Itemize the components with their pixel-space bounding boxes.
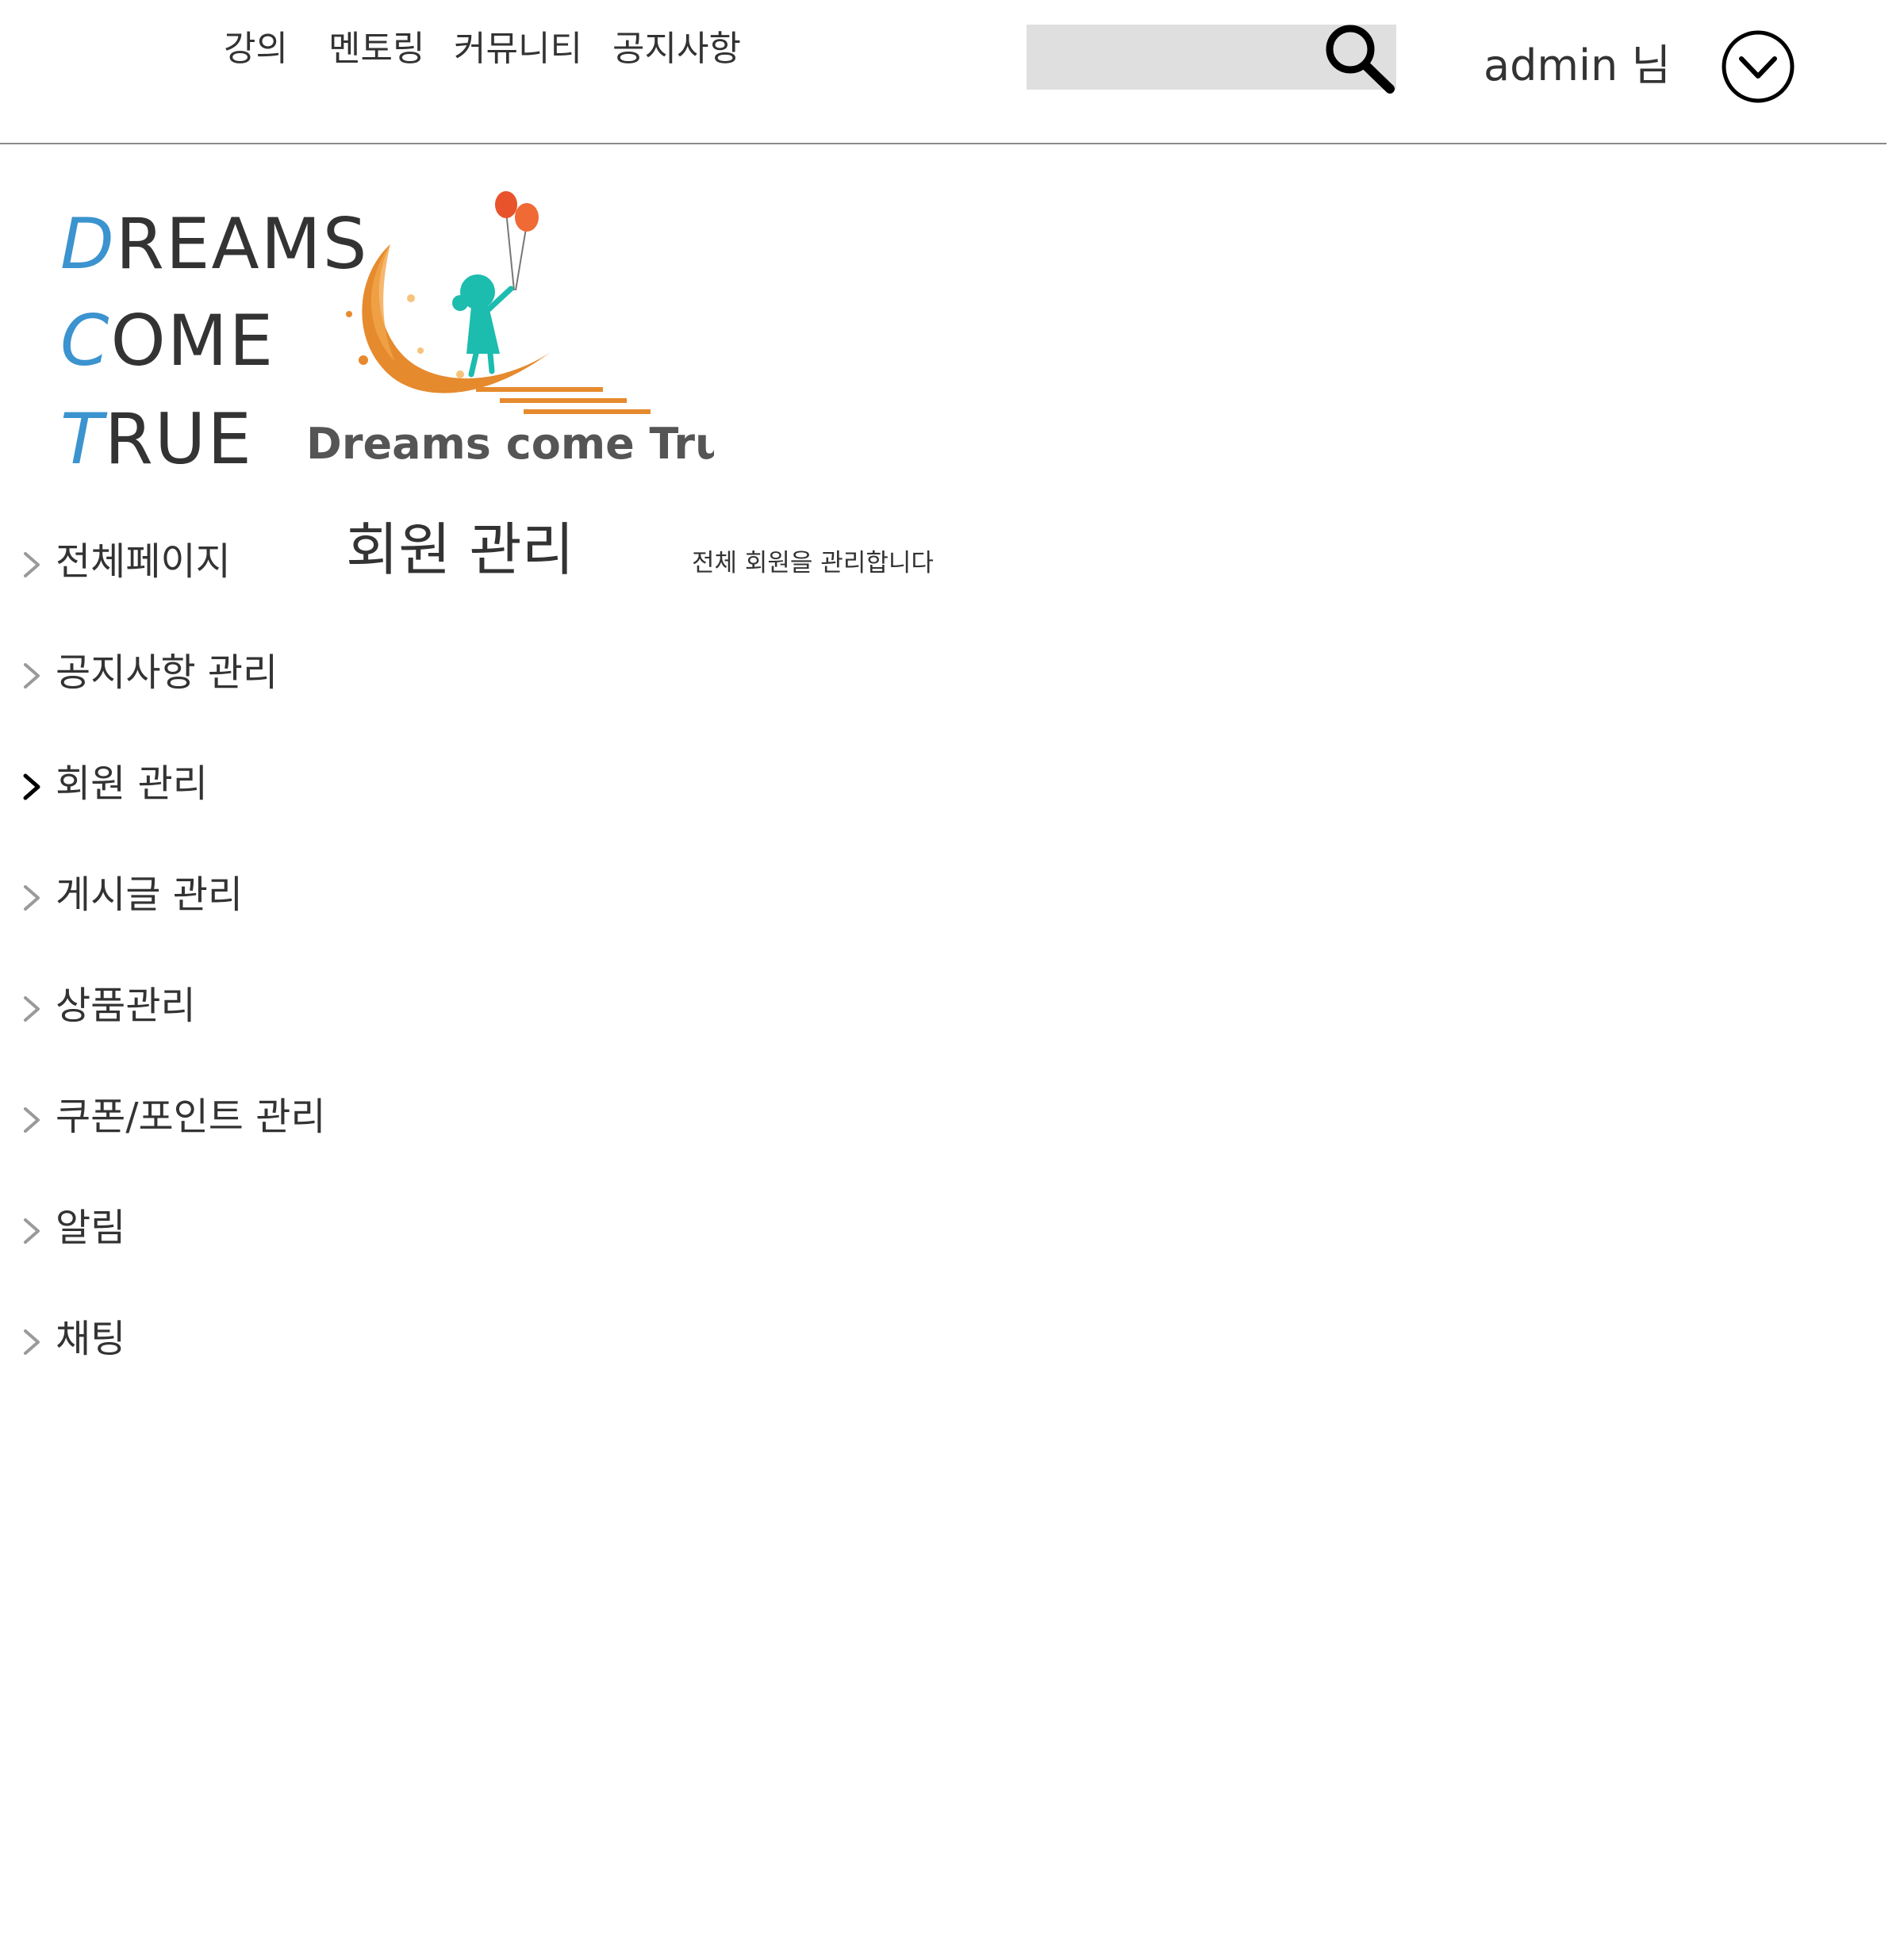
nav-link-lectures[interactable]: 강의 — [224, 25, 288, 73]
chevron-right-icon — [23, 773, 40, 800]
user-menu-button[interactable] — [1720, 29, 1796, 105]
chevron-right-icon — [24, 996, 40, 1022]
header-divider — [0, 143, 1887, 144]
chevron-right-icon — [24, 1329, 40, 1355]
chevron-down-circle-icon — [1722, 30, 1795, 103]
chevron-right-icon — [24, 885, 40, 911]
wordmark-line-true: TRUE — [60, 398, 253, 480]
sidebar-item-label: 전체페이지 — [56, 539, 231, 584]
search-button[interactable] — [1320, 21, 1396, 94]
sidebar-item-label: 쿠폰/포인트 관리 — [56, 1095, 326, 1139]
moon-girl-logo-icon: Dreams come True — [306, 191, 754, 469]
chevron-right-icon — [24, 1218, 40, 1244]
chevron-right-icon — [24, 1107, 40, 1133]
user-name: admin 님 — [1484, 40, 1672, 90]
nav-link-community[interactable]: 커뮤니티 — [454, 25, 582, 73]
sidebar-item-all-pages[interactable]: 전체페이지 — [17, 530, 351, 593]
wordmark-line-come: COME — [60, 300, 275, 382]
sidebar-item-label: 상품관리 — [56, 984, 196, 1028]
nav-link-mentoring[interactable]: 멘토링 — [328, 25, 424, 73]
chevron-right-icon — [24, 663, 40, 688]
sidebar-item-label: 채팅 — [56, 1317, 126, 1361]
sidebar-item-chat[interactable]: 채팅 — [17, 1307, 351, 1371]
search-input[interactable] — [1027, 25, 1312, 90]
nav-link-notices[interactable]: 공지사항 — [612, 25, 741, 73]
sidebar-item-post-management[interactable]: 게시글 관리 — [17, 863, 351, 926]
sidebar-item-label: 공지사항 관리 — [56, 650, 278, 695]
sidebar-item-coupon-point-management[interactable]: 쿠폰/포인트 관리 — [17, 1085, 351, 1149]
sidebar-item-notifications[interactable]: 알림 — [17, 1196, 351, 1260]
brand-logo[interactable]: Dreams come True — [301, 187, 754, 473]
sidebar-item-label: 회원 관리 — [56, 761, 208, 806]
sidebar-item-product-management[interactable]: 상품관리 — [17, 974, 351, 1038]
chevron-right-icon — [24, 552, 40, 577]
sidebar-item-label: 알림 — [56, 1206, 126, 1250]
search-icon — [1326, 25, 1395, 94]
sidebar-item-notice-management[interactable]: 공지사항 관리 — [17, 641, 351, 704]
svg-text:Dreams come True: Dreams come True — [306, 419, 714, 469]
page-description: 전체 회원을 관리합니다 — [692, 549, 934, 577]
sidebar-item-member-management[interactable]: 회원 관리 — [17, 752, 351, 815]
page-title: 회원 관리 — [346, 516, 574, 583]
sidebar-item-label: 게시글 관리 — [56, 873, 244, 917]
